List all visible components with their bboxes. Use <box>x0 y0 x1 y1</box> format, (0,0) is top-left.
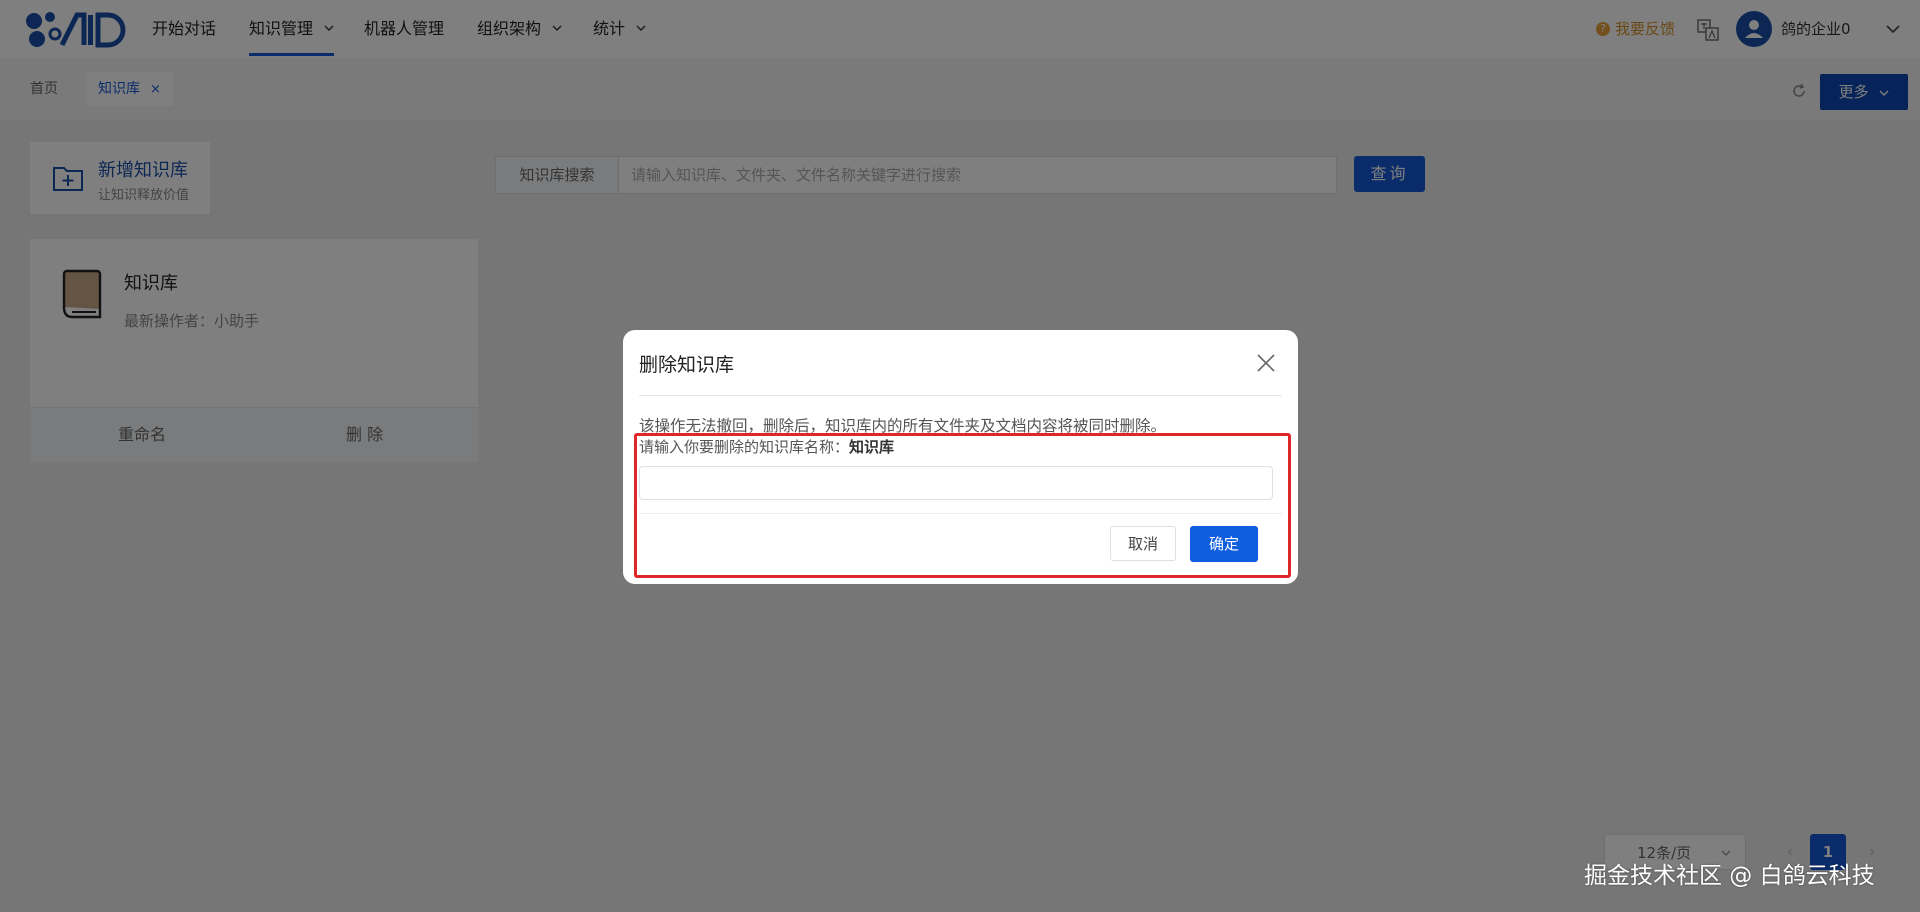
prompt-text: 请输入你要删除的知识库名称： <box>639 438 850 456</box>
close-icon[interactable] <box>1255 352 1277 374</box>
delete-prompt: 请输入你要删除的知识库名称：知识库 <box>639 436 894 457</box>
delete-dialog: 删除知识库 该操作无法撤回，删除后，知识库内的所有文件夹及文档内容将被同时删除。… <box>623 330 1298 584</box>
cancel-button[interactable]: 取消 <box>1110 526 1176 561</box>
dialog-title: 删除知识库 <box>639 354 735 376</box>
prompt-kb-name: 知识库 <box>849 438 895 456</box>
dialog-divider <box>639 395 1282 396</box>
watermark: 掘金技术社区 @ 白鸽云科技 <box>1584 863 1875 889</box>
kb-name-confirm-input[interactable] <box>639 466 1273 500</box>
delete-warning: 该操作无法撤回，删除后，知识库内的所有文件夹及文档内容将被同时删除。 <box>639 417 1167 435</box>
dialog-footer-divider <box>639 513 1282 514</box>
confirm-button[interactable]: 确定 <box>1190 526 1258 562</box>
